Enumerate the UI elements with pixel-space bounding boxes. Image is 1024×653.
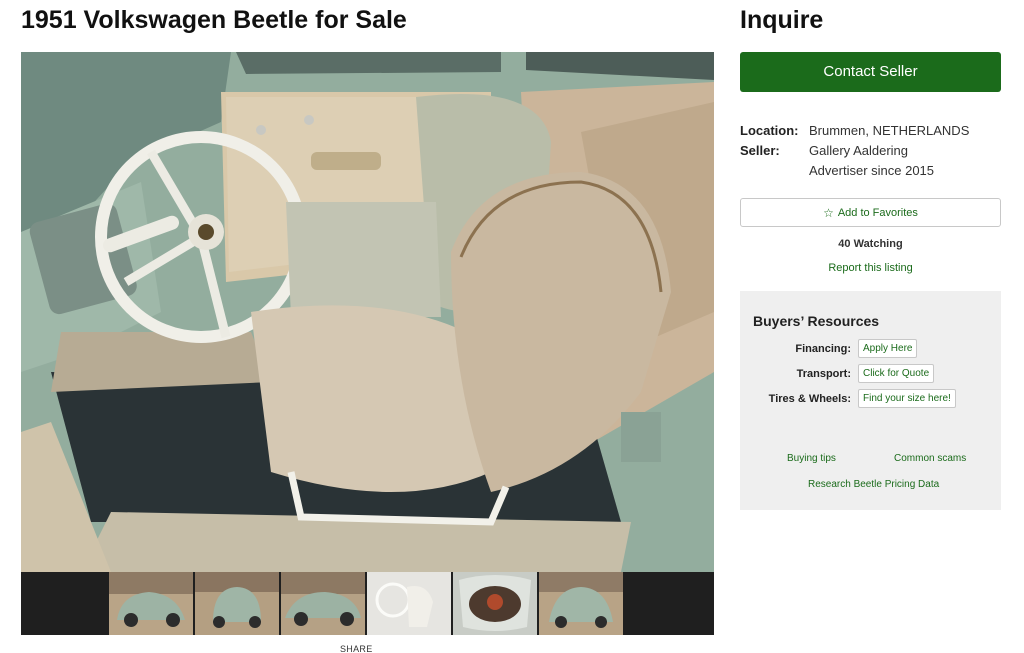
thumbnail-3[interactable] [281,572,365,635]
add-to-favorites-button[interactable]: ☆ Add to Favorites [740,198,1001,227]
tires-wheels-label: Tires & Wheels: [768,393,851,405]
pricing-data-link[interactable]: Research Beetle Pricing Data [808,479,939,490]
thumbnail-4[interactable] [367,572,451,635]
contact-seller-button[interactable]: Contact Seller [740,52,1001,92]
buying-tips-link[interactable]: Buying tips [787,453,836,464]
transport-label: Transport: [796,368,851,380]
report-listing-link[interactable]: Report this listing [740,262,1001,274]
location-label: Location: [740,123,799,138]
seller-label: Seller: [740,143,780,158]
star-outline-icon: ☆ [823,205,834,220]
seller-since: Advertiser since 2015 [809,163,935,178]
transport-row: Transport: Click for Quote [740,364,1001,384]
buyers-resources-panel: Buyers’ Resources Financing: Apply Here … [740,291,1001,510]
thumbnail-6[interactable] [539,572,623,635]
click-for-quote-button[interactable]: Click for Quote [858,364,935,383]
apply-here-button[interactable]: Apply Here [858,339,918,358]
share-link[interactable]: SHARE [340,644,373,653]
inquire-heading: Inquire [740,6,824,34]
main-photo[interactable] [21,52,714,572]
buyers-resources-title: Buyers’ Resources [753,313,880,329]
seller-name-link[interactable]: Gallery Aaldering [809,143,908,158]
thumbnail-1[interactable] [109,572,193,635]
financing-label: Financing: [795,343,851,355]
common-scams-link[interactable]: Common scams [894,453,966,464]
thumbnail-2[interactable] [195,572,279,635]
watching-count: 40 Watching [838,238,903,250]
location-value: Brummen, NETHERLANDS [809,123,970,138]
thumbnail-5[interactable] [453,572,537,635]
add-to-favorites-label: Add to Favorites [837,206,918,219]
tires-wheels-row: Tires & Wheels: Find your size here! [740,389,1001,409]
page-title: 1951 Volkswagen Beetle for Sale [21,6,407,34]
thumbnail-strip [21,572,714,635]
find-your-size-button[interactable]: Find your size here! [858,389,956,408]
financing-row: Financing: Apply Here [740,339,1001,359]
